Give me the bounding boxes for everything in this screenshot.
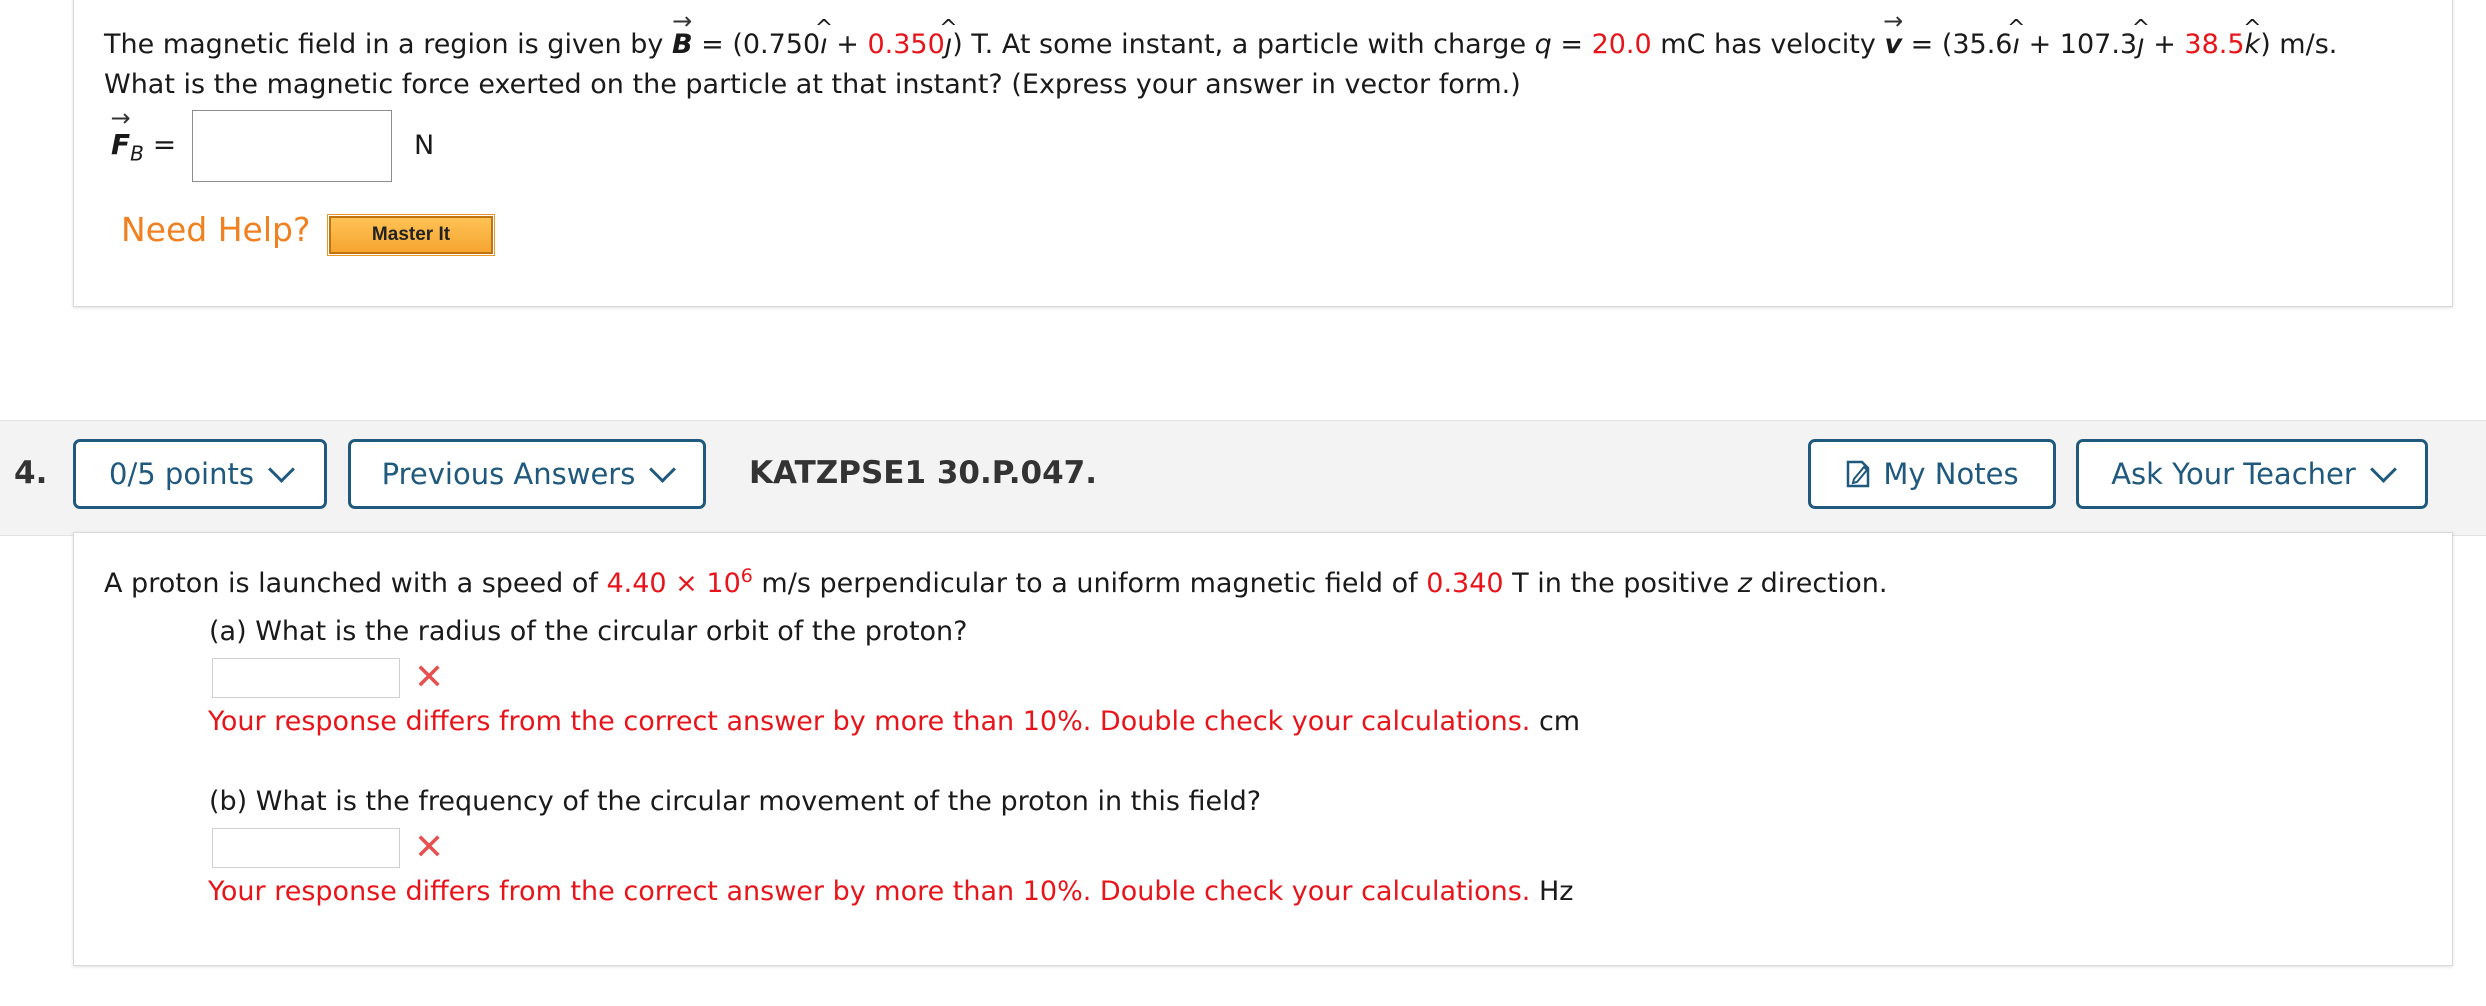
- vector-b-symbol: B: [672, 25, 693, 65]
- chevron-down-icon: [649, 455, 677, 483]
- points-dropdown[interactable]: 0/5 points: [73, 439, 327, 509]
- part-a-unit: cm: [1538, 706, 1581, 737]
- part-a-feedback: Your response differs from the correct a…: [208, 706, 1581, 737]
- question-reference: KATZPSE1 30.P.047.: [749, 455, 1098, 491]
- part-a-question: (a) What is the radius of the circular o…: [209, 616, 968, 647]
- ask-teacher-label: Ask Your Teacher: [2111, 457, 2356, 491]
- q3-problem-line-2: What is the magnetic force exerted on th…: [104, 69, 1521, 100]
- force-answer-input[interactable]: [192, 110, 392, 182]
- chevron-down-icon: [2369, 455, 2397, 483]
- note-icon: [1847, 460, 1870, 488]
- part-b-unit: Hz: [1538, 876, 1574, 907]
- speed-value: 4.40 × 106: [606, 565, 753, 599]
- b-y-value: 0.350: [867, 29, 945, 60]
- previous-answers-label: Previous Answers: [381, 457, 636, 491]
- question-number: 4.: [14, 455, 48, 491]
- chevron-down-icon: [268, 455, 295, 483]
- points-label: 0/5 points: [109, 457, 254, 491]
- x-mark-icon: ✕: [414, 657, 445, 698]
- part-b-feedback: Your response differs from the correct a…: [208, 876, 1574, 907]
- field-value: 0.340: [1426, 568, 1504, 599]
- charge-value: 20.0: [1591, 29, 1652, 60]
- my-notes-label: My Notes: [1883, 457, 2019, 491]
- part-b-answer-input[interactable]: [212, 828, 400, 868]
- previous-answers-dropdown[interactable]: Previous Answers: [348, 439, 706, 509]
- q3-problem-line-1: The magnetic field in a region is given …: [104, 25, 2337, 65]
- part-a-answer-input[interactable]: [212, 658, 400, 698]
- force-unit: N: [414, 130, 435, 161]
- part-b-question: (b) What is the frequency of the circula…: [209, 786, 1262, 817]
- force-label: FB =: [111, 128, 176, 166]
- q4-problem-statement: A proton is launched with a speed of 4.4…: [104, 565, 1888, 599]
- v-z-value: 38.5: [2184, 29, 2245, 60]
- ask-your-teacher-dropdown[interactable]: Ask Your Teacher: [2076, 439, 2428, 509]
- master-it-button[interactable]: Master It: [327, 214, 495, 256]
- need-help-label: Need Help?: [121, 210, 311, 249]
- my-notes-button[interactable]: My Notes: [1808, 439, 2056, 509]
- x-mark-icon: ✕: [414, 827, 445, 868]
- vector-v-symbol: v: [1884, 25, 1902, 65]
